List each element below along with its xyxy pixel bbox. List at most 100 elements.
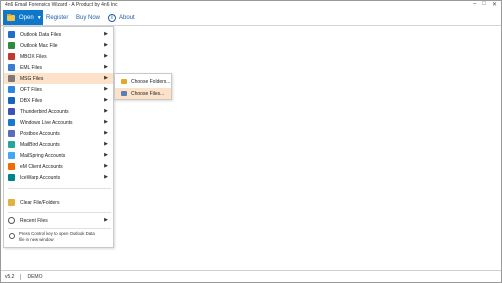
chevron-right-icon: ▶ xyxy=(104,42,108,48)
menu-item-dbx-files[interactable]: DBX Files ▶ xyxy=(4,95,113,106)
menu-item-label: MailSpring Accounts xyxy=(20,152,66,159)
tip-text: Press Control key to open Outlook Data f… xyxy=(19,231,95,242)
menu-item-label: Windows Live Accounts xyxy=(20,119,73,126)
menu-item-label: MSG Files xyxy=(20,75,44,82)
mbox-icon xyxy=(8,53,15,60)
menu-item-label: Thunderbird Accounts xyxy=(20,108,69,115)
postbox-icon xyxy=(8,130,15,137)
menu-item-label: Clear File/Folders xyxy=(20,199,60,206)
menu-item-label: Postbox Accounts xyxy=(20,130,60,137)
version-label: v5.2 xyxy=(1,273,22,280)
about-button[interactable]: i About xyxy=(108,10,135,25)
buy-now-button[interactable]: Buy Now xyxy=(76,10,100,25)
menu-item-choose-files[interactable]: Choose Files... xyxy=(115,88,171,99)
title-bar: 4n6 Email Forensics Wizard - A Product b… xyxy=(1,1,501,9)
tip-line-2: file in new window xyxy=(19,236,54,242)
menu-item-oft-files[interactable]: OFT Files ▶ xyxy=(4,84,113,95)
chevron-right-icon: ▶ xyxy=(104,141,108,147)
chevron-right-icon: ▶ xyxy=(104,64,108,70)
menu-tip: Press Control key to open Outlook Data f… xyxy=(4,231,113,247)
mode-label: DEMO xyxy=(27,273,43,280)
file-icon xyxy=(121,91,127,96)
outlook-icon xyxy=(8,31,15,38)
msg-icon xyxy=(8,75,15,82)
menu-item-em-client-accounts[interactable]: eM Client Accounts ▶ xyxy=(4,161,113,172)
chevron-right-icon: ▶ xyxy=(104,53,108,59)
menu-item-label: MBOX Files xyxy=(20,53,47,60)
chevron-right-icon: ▶ xyxy=(104,152,108,158)
menu-item-choose-folders[interactable]: Choose Folders... xyxy=(115,76,171,87)
menu-item-mailspring-accounts[interactable]: MailSpring Accounts ▶ xyxy=(4,150,113,161)
maximize-button[interactable]: □ xyxy=(482,1,486,8)
menu-item-thunderbird-accounts[interactable]: Thunderbird Accounts ▶ xyxy=(4,106,113,117)
chevron-right-icon: ▶ xyxy=(104,108,108,114)
msg-files-submenu: Choose Folders... Choose Files... xyxy=(114,73,172,100)
menu-item-clear-file-folders[interactable]: Clear File/Folders xyxy=(4,197,113,208)
menu-item-postbox-accounts[interactable]: Postbox Accounts ▶ xyxy=(4,128,113,139)
windows-live-icon xyxy=(8,119,15,126)
mailbird-icon xyxy=(8,141,15,148)
menu-divider xyxy=(8,228,111,229)
menu-item-label: eM Client Accounts xyxy=(20,163,63,170)
menu-item-eml-files[interactable]: EML Files ▶ xyxy=(4,62,113,73)
menu-item-label: Recent Files xyxy=(20,217,48,224)
info-icon xyxy=(9,233,15,239)
chevron-right-icon: ▶ xyxy=(104,163,108,169)
menu-item-mbox-files[interactable]: MBOX Files ▶ xyxy=(4,51,113,62)
menu-item-windows-live-accounts[interactable]: Windows Live Accounts ▶ xyxy=(4,117,113,128)
menu-item-outlook-mac-file[interactable]: Outlook Mac File ▶ xyxy=(4,40,113,51)
menu-item-label: MailBird Accounts xyxy=(20,141,60,148)
menu-item-label: EML Files xyxy=(20,64,43,71)
info-icon: i xyxy=(108,13,116,22)
close-button[interactable]: ✕ xyxy=(492,1,497,8)
chevron-right-icon: ▶ xyxy=(104,31,108,37)
menu-item-label: OFT Files xyxy=(20,86,42,93)
register-button[interactable]: Register xyxy=(46,10,68,25)
open-label: Open xyxy=(19,14,34,21)
minimize-button[interactable]: – xyxy=(473,1,476,8)
open-menu: Outlook Data Files ▶ Outlook Mac File ▶ … xyxy=(3,26,114,248)
menu-item-msg-files[interactable]: MSG Files ▶ xyxy=(4,73,113,84)
menu-item-label: DBX Files xyxy=(20,97,43,104)
menu-item-outlook-data-files[interactable]: Outlook Data Files ▶ xyxy=(4,29,113,40)
toolbar: Open ▼ Register Buy Now i About xyxy=(1,9,501,26)
dbx-icon xyxy=(8,97,15,104)
icewarp-icon xyxy=(8,174,15,181)
menu-item-recent-files[interactable]: Recent Files ▶ xyxy=(4,215,113,226)
menu-item-icewarp-accounts[interactable]: IceWarp Accounts ▶ xyxy=(4,172,113,183)
chevron-right-icon: ▶ xyxy=(104,86,108,92)
register-label: Register xyxy=(46,14,69,21)
menu-item-label: Choose Files... xyxy=(131,90,165,97)
menu-item-label: Choose Folders... xyxy=(131,78,171,85)
chevron-right-icon: ▶ xyxy=(104,217,108,223)
chevron-right-icon: ▶ xyxy=(104,119,108,125)
buy-now-label: Buy Now xyxy=(76,14,101,21)
menu-item-mailbird-accounts[interactable]: MailBird Accounts ▶ xyxy=(4,139,113,150)
folder-icon xyxy=(121,79,127,84)
folder-icon xyxy=(7,14,16,21)
menu-item-label: Outlook Data Files xyxy=(20,31,62,38)
clock-icon xyxy=(8,217,15,224)
chevron-down-icon: ▼ xyxy=(36,14,42,21)
outlook-mac-icon xyxy=(8,42,15,49)
mailspring-icon xyxy=(8,152,15,159)
open-button[interactable]: Open ▼ xyxy=(3,10,43,25)
chevron-right-icon: ▶ xyxy=(104,130,108,136)
thunderbird-icon xyxy=(8,108,15,115)
oft-icon xyxy=(8,86,15,93)
window-controls: – □ ✕ xyxy=(473,1,497,8)
status-bar: v5.2 DEMO xyxy=(1,270,501,282)
menu-item-label: Outlook Mac File xyxy=(20,42,58,49)
em-client-icon xyxy=(8,163,15,170)
chevron-right-icon: ▶ xyxy=(104,75,108,81)
menu-item-label: IceWarp Accounts xyxy=(20,174,61,181)
menu-divider xyxy=(8,212,111,213)
broom-icon xyxy=(8,199,15,206)
tip-line-1: Press Control key to open Outlook Data xyxy=(19,231,95,236)
chevron-right-icon: ▶ xyxy=(104,97,108,103)
chevron-right-icon: ▶ xyxy=(104,174,108,180)
window-title: 4n6 Email Forensics Wizard - A Product b… xyxy=(5,2,118,8)
eml-icon xyxy=(8,64,15,71)
about-label: About xyxy=(119,14,135,21)
menu-divider xyxy=(8,188,111,189)
